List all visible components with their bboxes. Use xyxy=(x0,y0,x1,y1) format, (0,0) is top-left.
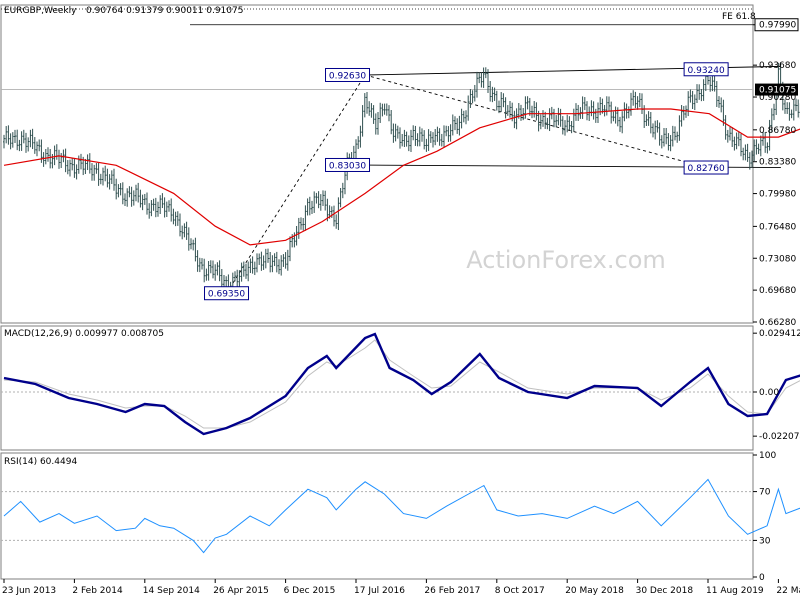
macd-title: MACD(12,26,9) 0.009977 0.008705 xyxy=(4,329,164,339)
rsi-tick-label: 0 xyxy=(759,573,765,583)
price-tick-label: 0.83380 xyxy=(759,158,796,168)
macd-tick-label: -0.022074 xyxy=(759,432,800,442)
macd-tick-label: 0.029412 xyxy=(759,329,800,339)
date-tick-label: 20 May 2018 xyxy=(565,586,624,596)
watermark: ActionForex.com xyxy=(466,246,666,274)
macd-tick-label: 0.00 xyxy=(759,388,779,398)
ohlc-readout: 0.90764 0.91379 0.90011 0.91075 xyxy=(86,6,243,16)
rsi-tick-label: 30 xyxy=(759,536,771,546)
rsi-tick-label: 100 xyxy=(759,451,776,461)
annotation-label: 0.82760 xyxy=(688,164,725,174)
rsi-tick-label: 70 xyxy=(759,488,771,498)
price-tick-label: 0.69680 xyxy=(759,286,796,296)
date-tick-label: 26 Apr 2015 xyxy=(213,586,269,596)
date-tick-label: 2 Feb 2014 xyxy=(72,586,123,596)
annotation-label: 0.83030 xyxy=(329,161,366,171)
date-tick-label: 30 Dec 2018 xyxy=(636,586,694,596)
highlight-level-label: 0.97990 xyxy=(759,21,796,31)
fib-label: FE 61.8 xyxy=(722,12,756,22)
date-tick-label: 22 Mar 2020 xyxy=(776,586,800,596)
price-tick-label: 0.93680 xyxy=(759,61,796,71)
date-tick-label: 11 Aug 2019 xyxy=(706,586,764,596)
annotation-label: 0.69350 xyxy=(208,290,245,300)
symbol-title: EURGBP,Weekly xyxy=(4,6,77,16)
price-tick-label: 0.86780 xyxy=(759,126,796,136)
current-price-label: 0.91075 xyxy=(759,86,796,96)
eurgbp-weekly-chart: ActionForex.com 0.92630 0.93240 0.83030 0.8… xyxy=(0,0,800,600)
annotation-label: 0.92630 xyxy=(329,71,366,81)
date-tick-label: 23 Jun 2013 xyxy=(2,586,56,596)
date-tick-label: 8 Oct 2017 xyxy=(495,586,545,596)
date-tick-label: 6 Dec 2015 xyxy=(284,586,336,596)
date-tick-label: 14 Sep 2014 xyxy=(143,586,200,596)
price-tick-label: 0.79980 xyxy=(759,190,796,200)
price-tick-label: 0.66280 xyxy=(759,318,796,328)
date-tick-label: 26 Feb 2017 xyxy=(424,586,480,596)
price-tick-label: 0.76480 xyxy=(759,222,796,232)
rsi-title: RSI(14) 60.4494 xyxy=(4,457,77,467)
price-tick-label: 0.73080 xyxy=(759,254,796,264)
annotation-label: 0.93240 xyxy=(688,66,725,76)
date-tick-label: 17 Jul 2016 xyxy=(354,586,405,596)
